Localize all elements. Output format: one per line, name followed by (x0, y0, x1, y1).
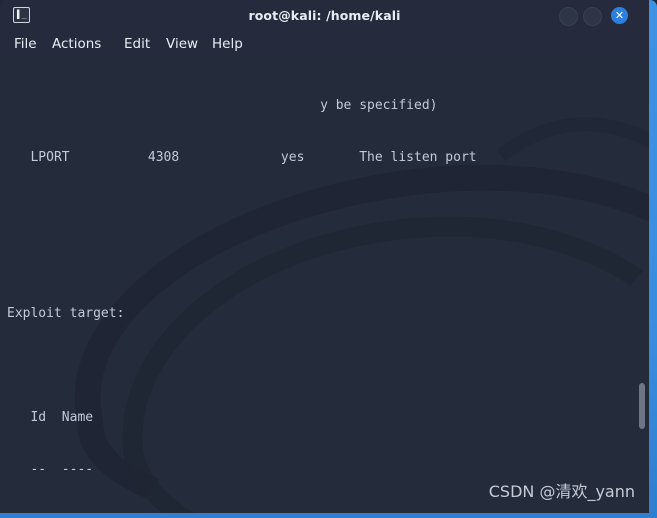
window-title: root@kali: /home/kali (248, 8, 401, 23)
title-bar[interactable]: ▌_ root@kali: /home/kali ✕ (0, 0, 649, 31)
output-line: y be specified) (7, 97, 438, 113)
menu-item-view[interactable]: View (166, 31, 198, 58)
maximize-button[interactable] (583, 7, 602, 26)
table-header-row: Id Name (7, 409, 94, 425)
menu-item-actions[interactable]: Actions (52, 31, 101, 58)
scrollbar-thumb[interactable] (639, 383, 645, 429)
terminal-body[interactable]: y be specified) LPORT 4308 yes The liste… (0, 58, 649, 513)
terminal-output: y be specified) LPORT 4308 yes The liste… (0, 58, 649, 513)
vertical-scrollbar[interactable] (636, 58, 649, 513)
close-button[interactable]: ✕ (611, 7, 628, 24)
menu-item-help[interactable]: Help (212, 31, 243, 58)
menu-item-edit[interactable]: Edit (124, 31, 150, 58)
terminal-window: ▌_ root@kali: /home/kali ✕ File Actions … (0, 0, 657, 518)
minimize-button[interactable] (559, 7, 578, 26)
menu-bar: File Actions Edit View Help (0, 31, 649, 58)
window-border-right (649, 0, 657, 518)
watermark-text: CSDN @清欢_yann (488, 482, 635, 501)
output-line-blank (7, 201, 649, 218)
output-line-blank (7, 253, 649, 270)
window-border-bottom (0, 513, 657, 518)
table-divider-row: -- ---- (7, 461, 94, 477)
output-line-exploit-target: Exploit target: (7, 305, 125, 321)
output-line: LPORT 4308 yes The listen port (7, 149, 477, 165)
output-line-blank (7, 357, 649, 374)
menu-item-file[interactable]: File (14, 31, 37, 58)
